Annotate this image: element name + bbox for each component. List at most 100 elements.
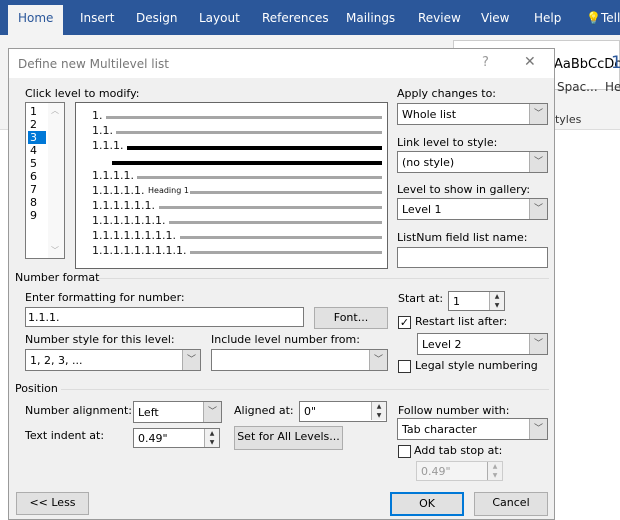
preview-number: 1.1.1. bbox=[92, 139, 124, 152]
start-at-value: 1 bbox=[453, 295, 460, 308]
gallery-level-label: Level to show in gallery: bbox=[397, 183, 531, 196]
level-list-scrollbar[interactable]: ︿ ﹀ bbox=[48, 103, 64, 258]
click-level-label: Click level to modify: bbox=[25, 87, 140, 100]
formatting-value: 1.1.1. bbox=[28, 311, 60, 324]
listnum-label: ListNum field list name: bbox=[397, 231, 528, 244]
preview-number: 1.1.1.1.1.1. bbox=[92, 199, 155, 212]
preview-text-line bbox=[137, 176, 382, 179]
number-style-value: 1, 2, 3, ... bbox=[30, 354, 83, 367]
level-item[interactable]: 8 bbox=[28, 196, 46, 209]
font-button[interactable]: Font... bbox=[314, 307, 388, 329]
preview-text-line bbox=[126, 146, 382, 150]
tab-view[interactable]: View bbox=[481, 11, 509, 25]
chevron-down-icon: ﹀ bbox=[529, 104, 547, 124]
level-list[interactable]: 1 2 3 4 5 6 7 8 9 ︿ ﹀ bbox=[25, 102, 65, 259]
chevron-down-icon: ﹀ bbox=[529, 199, 547, 219]
link-level-label: Link level to style: bbox=[397, 136, 498, 149]
tab-layout[interactable]: Layout bbox=[199, 11, 240, 25]
follow-number-label: Follow number with: bbox=[398, 404, 510, 417]
add-tab-stop-checkbox[interactable] bbox=[398, 445, 411, 458]
text-indent-spinner[interactable]: 0.49" ▲ ▼ bbox=[133, 428, 220, 448]
restart-list-checkbox[interactable]: ✓ bbox=[398, 316, 411, 329]
list-preview: 1. 1.1. 1.1.1. 1.1.1.1. 1.1.1.1.1. Heading 11… bbox=[75, 102, 388, 269]
preview-number: 1.1.1.1.1. bbox=[92, 184, 145, 197]
tab-mailings[interactable]: Mailings bbox=[346, 11, 395, 25]
chevron-down-icon: ﹀ bbox=[529, 152, 547, 172]
tell-me-label: Tell bbox=[600, 11, 620, 25]
gallery-level-select[interactable]: Level 1 ﹀ bbox=[397, 198, 548, 220]
preview-number: 1. bbox=[92, 109, 103, 122]
aligned-at-value: 0" bbox=[304, 405, 317, 418]
add-tab-stop-spinner: 0.49" ▲ ▼ bbox=[416, 461, 503, 481]
tab-insert[interactable]: Insert bbox=[80, 11, 114, 25]
preview-number: 1.1. bbox=[92, 124, 113, 137]
help-button[interactable]: ? bbox=[482, 55, 489, 70]
spin-arrows-icon[interactable]: ▲ ▼ bbox=[204, 429, 219, 447]
restart-after-select[interactable]: Level 2 ﹀ bbox=[417, 333, 548, 355]
restart-after-value: Level 2 bbox=[422, 338, 462, 351]
divider bbox=[61, 389, 549, 390]
number-alignment-select[interactable]: Left ﹀ bbox=[133, 401, 222, 423]
link-level-select[interactable]: (no style) ﹀ bbox=[397, 151, 548, 173]
cancel-button[interactable]: Cancel bbox=[474, 492, 548, 516]
level-item[interactable]: 1 bbox=[28, 105, 46, 118]
chevron-down-icon: ﹀ bbox=[529, 419, 547, 439]
follow-number-select[interactable]: Tab character ﹀ bbox=[397, 418, 548, 440]
legal-style-label: Legal style numbering bbox=[415, 359, 538, 372]
spin-arrows-icon[interactable]: ▲ ▼ bbox=[371, 402, 386, 420]
apply-changes-label: Apply changes to: bbox=[397, 87, 497, 100]
close-button[interactable]: ✕ bbox=[524, 54, 536, 70]
legal-style-checkbox[interactable] bbox=[398, 360, 411, 373]
level-item[interactable]: 4 bbox=[28, 144, 46, 157]
level-item[interactable]: 7 bbox=[28, 183, 46, 196]
tab-design[interactable]: Design bbox=[136, 11, 177, 25]
define-multilevel-list-dialog: Define new Multilevel list ? ✕ Click lev… bbox=[8, 48, 555, 520]
level-item[interactable]: 2 bbox=[28, 118, 46, 131]
ok-button[interactable]: OK bbox=[390, 492, 464, 516]
gallery-level-value: Level 1 bbox=[402, 203, 442, 216]
text-indent-label: Text indent at: bbox=[25, 429, 105, 442]
preview-text-line bbox=[169, 221, 382, 224]
text-indent-value: 0.49" bbox=[138, 432, 168, 445]
preview-text-line bbox=[116, 131, 382, 134]
number-alignment-label: Number alignment: bbox=[25, 404, 132, 417]
start-at-label: Start at: bbox=[398, 292, 444, 305]
start-at-spinner[interactable]: 1 ▲ ▼ bbox=[448, 291, 505, 311]
include-level-select[interactable]: ﹀ bbox=[211, 349, 388, 371]
chevron-down-icon: ﹀ bbox=[369, 350, 387, 370]
scroll-up-icon[interactable]: ︿ bbox=[51, 105, 59, 116]
listnum-input[interactable] bbox=[397, 247, 548, 268]
enter-formatting-label: Enter formatting for number: bbox=[25, 291, 185, 304]
less-button[interactable]: << Less bbox=[16, 492, 89, 515]
scroll-down-icon[interactable]: ﹀ bbox=[51, 245, 59, 256]
tell-me[interactable]: 💡Tell bbox=[586, 11, 620, 25]
spin-arrows-icon[interactable]: ▲ ▼ bbox=[489, 292, 504, 310]
aligned-at-label: Aligned at: bbox=[234, 404, 294, 417]
aligned-at-spinner[interactable]: 0" ▲ ▼ bbox=[299, 401, 387, 422]
divider bbox=[99, 278, 549, 279]
number-style-select[interactable]: 1, 2, 3, ... ﹀ bbox=[25, 349, 201, 371]
preview-text-line bbox=[190, 191, 382, 194]
number-style-label: Number style for this level: bbox=[25, 333, 175, 346]
chevron-down-icon: ﹀ bbox=[182, 350, 200, 370]
tab-review[interactable]: Review bbox=[418, 11, 461, 25]
lightbulb-icon: 💡 bbox=[586, 11, 601, 25]
add-tab-stop-label: Add tab stop at: bbox=[414, 444, 503, 457]
preview-number: 1.1.1.1. bbox=[92, 169, 134, 182]
apply-changes-select[interactable]: Whole list ﹀ bbox=[397, 103, 548, 125]
level-item[interactable]: 5 bbox=[28, 157, 46, 170]
set-for-all-levels-button[interactable]: Set for All Levels... bbox=[234, 426, 343, 450]
ribbon-tab-bar: Home Insert Design Layout References Mai… bbox=[0, 0, 620, 35]
level-item-selected[interactable]: 3 bbox=[28, 131, 46, 144]
tab-help[interactable]: Help bbox=[534, 11, 561, 25]
chevron-down-icon: ﹀ bbox=[529, 334, 547, 354]
preview-text-line bbox=[179, 236, 382, 239]
number-format-section: Number format bbox=[15, 271, 100, 284]
tab-home[interactable]: Home bbox=[8, 5, 64, 35]
formatting-input[interactable]: 1.1.1. bbox=[25, 307, 304, 327]
level-item[interactable]: 6 bbox=[28, 170, 46, 183]
level-item[interactable]: 9 bbox=[28, 209, 46, 222]
chevron-down-icon: ﹀ bbox=[203, 402, 221, 422]
tab-references[interactable]: References bbox=[262, 11, 329, 25]
dialog-titlebar: Define new Multilevel list ? ✕ bbox=[9, 49, 554, 78]
